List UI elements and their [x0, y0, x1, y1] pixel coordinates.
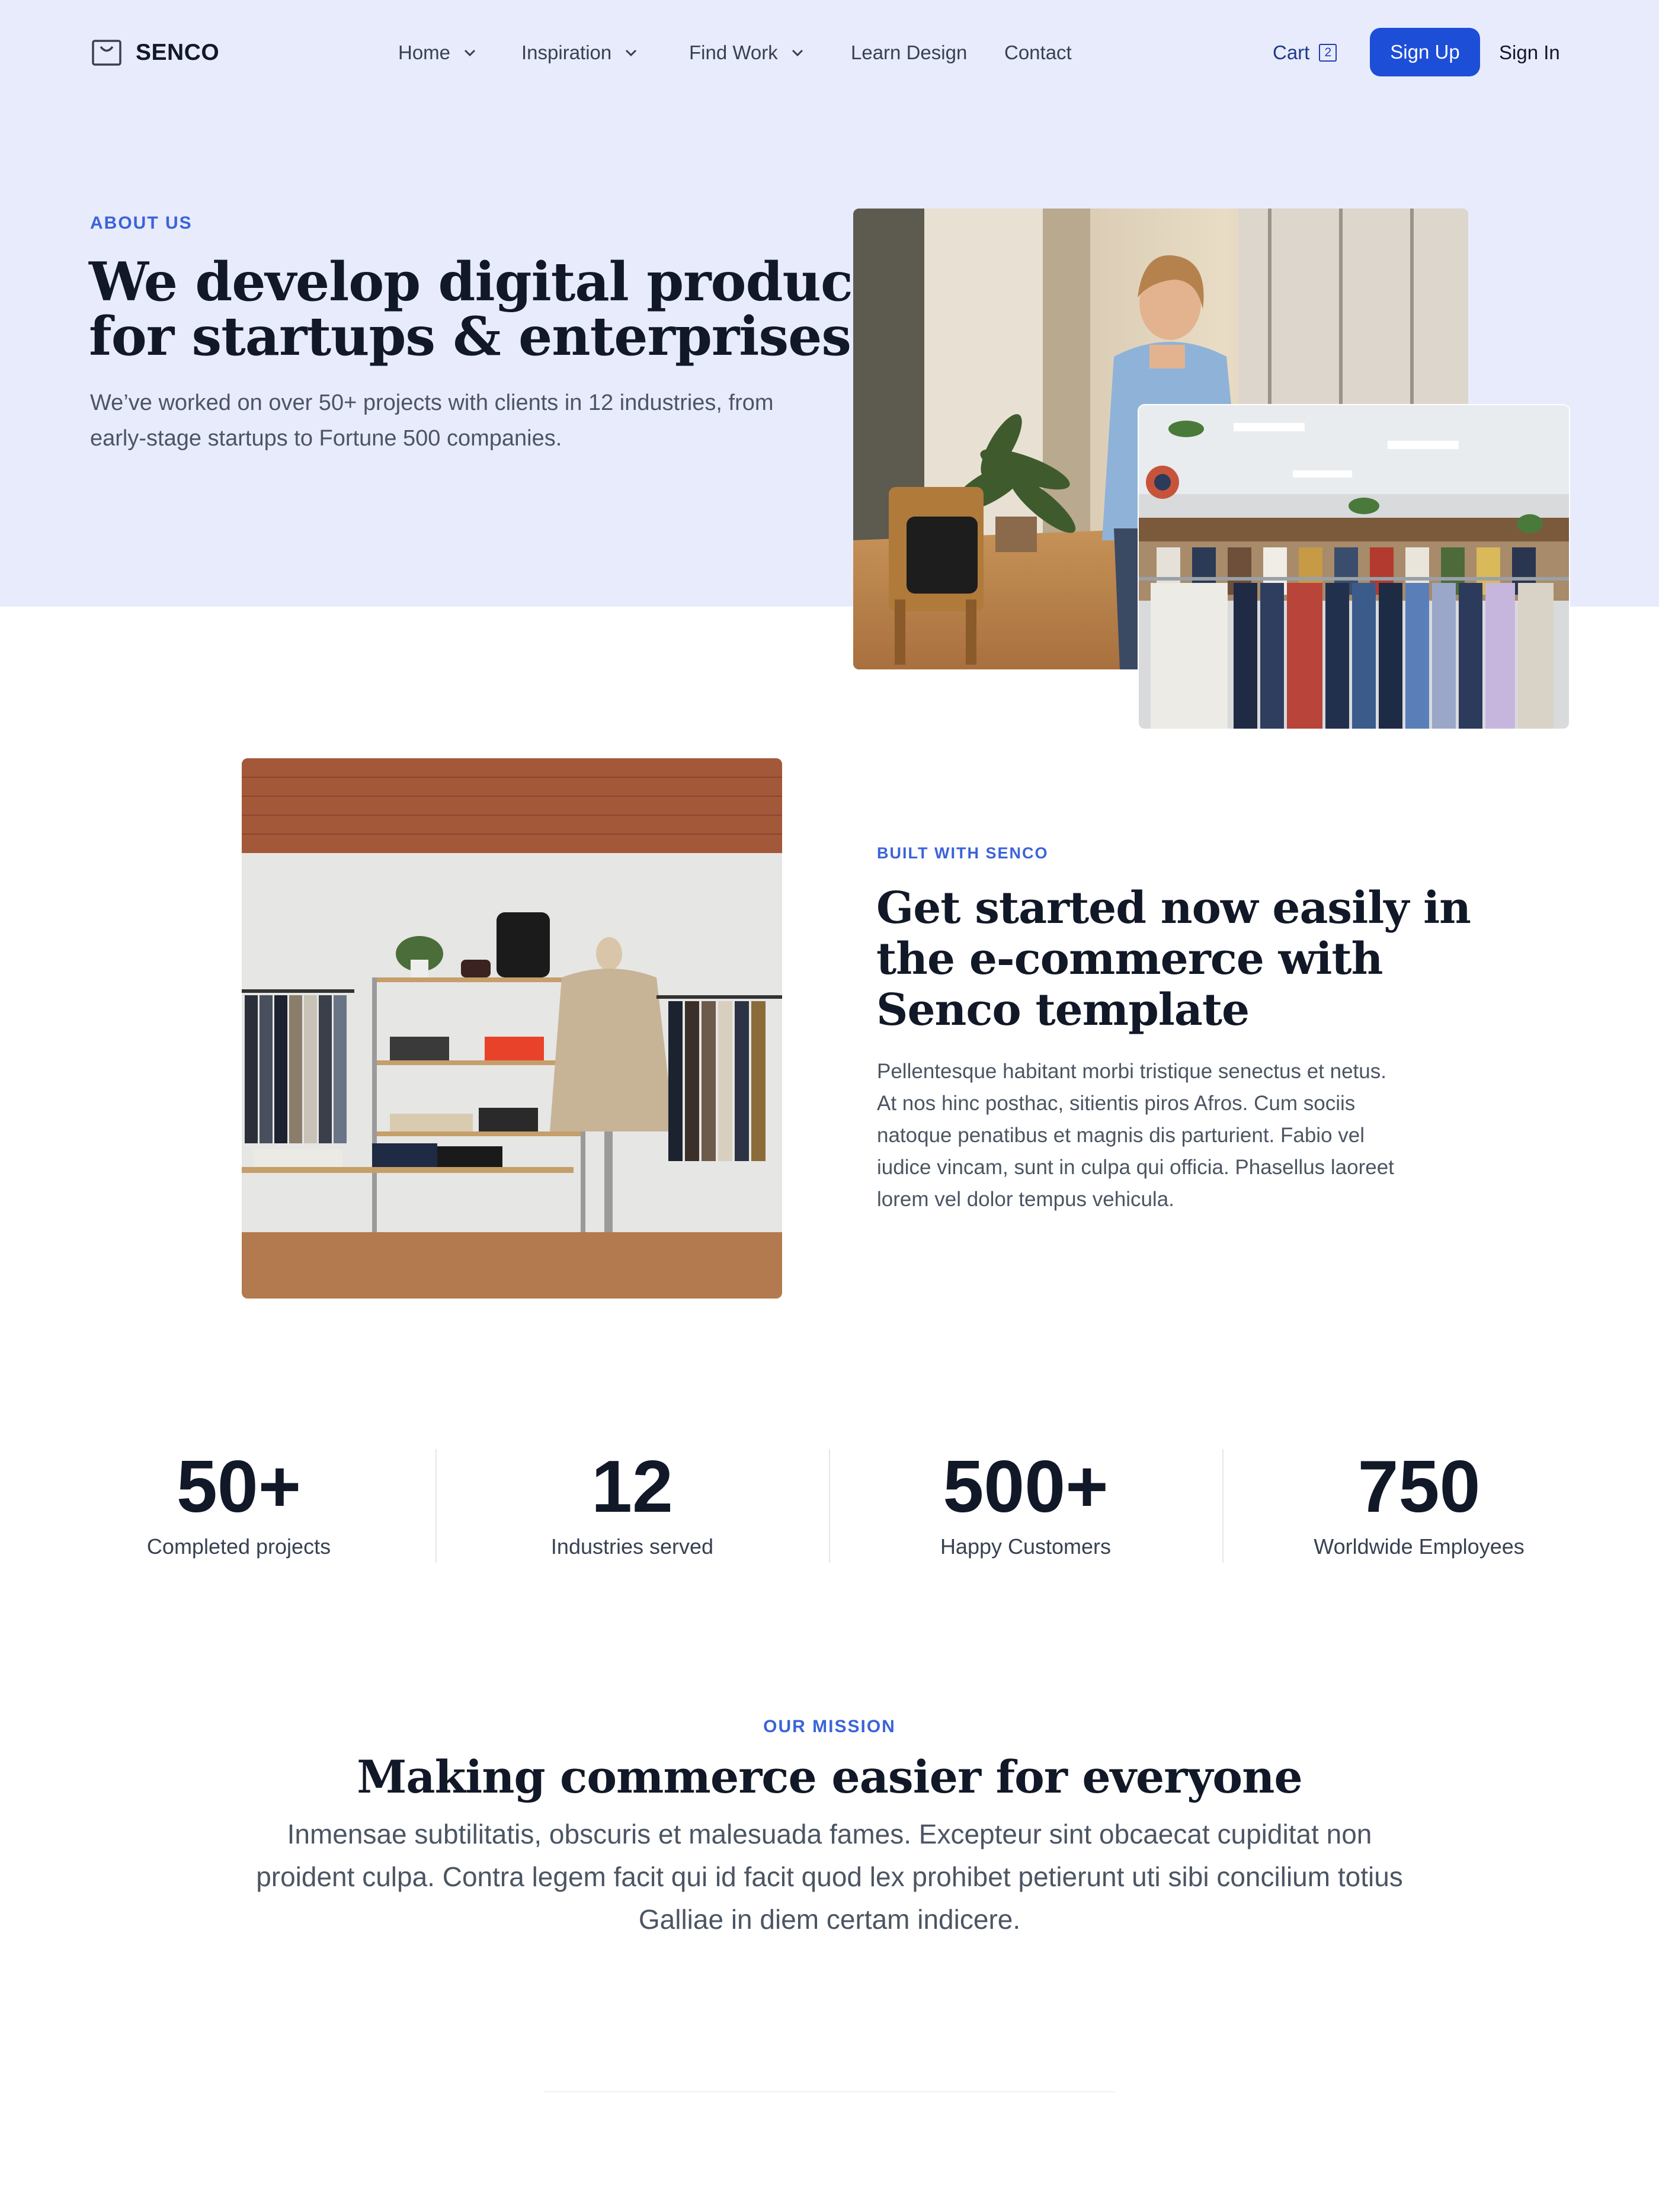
feature-description-line: natoque penatibus et magnis dis parturie…	[877, 1124, 1365, 1147]
sign-up-button[interactable]: Sign Up	[1370, 28, 1480, 76]
nav-label: Learn Design	[851, 41, 968, 63]
mission-text-line: Inmensae subtilitatis, obscuris et males…	[287, 1819, 1372, 1849]
hero-description-line: We’ve worked on over 50+ projects with c…	[90, 390, 774, 415]
feature-description-line: lorem vel dolor tempus vehicula.	[877, 1188, 1174, 1211]
nav-label: Find Work	[689, 41, 778, 63]
mission-text-line: proident culpa. Contra legem facit qui i…	[256, 1861, 1403, 1892]
feature-description: Pellentesque habitant morbi tristique se…	[877, 1056, 1394, 1216]
chevron-down-icon	[626, 49, 637, 57]
stat-label: Completed projects	[146, 1534, 331, 1559]
chevron-down-icon	[792, 49, 803, 57]
feature-description-line: Pellentesque habitant morbi tristique se…	[877, 1060, 1386, 1083]
hero-description-line: early-stage startups to Fortune 500 comp…	[90, 426, 562, 451]
hero-title-line: for startups & enterprises	[89, 305, 851, 368]
brand-logo[interactable]: SENCO	[92, 38, 219, 68]
cart-link[interactable]: Cart 2	[1273, 38, 1337, 68]
stat-value: 12	[591, 1446, 673, 1528]
nav-label: Inspiration	[521, 41, 612, 63]
hero-eyebrow: ABOUT US	[90, 213, 193, 233]
nav-label: Contact	[1004, 41, 1072, 63]
feature-description-line: At nos hinc posthac, sitientis piros Afr…	[877, 1092, 1356, 1115]
nav-item-inspiration[interactable]: Inspiration	[521, 38, 638, 68]
stat-industries-served: 12 Industries served	[435, 1445, 829, 1559]
mission-title: Making commerce easier for everyone	[357, 1751, 1302, 1803]
hero-title: We develop digital products for startups…	[89, 251, 907, 368]
feature-description-line: iudice vincam, sunt in culpa qui officia…	[877, 1156, 1394, 1179]
stat-value: 500+	[943, 1446, 1109, 1528]
clothing-store-photo	[1139, 405, 1569, 729]
feature-title-line: the e-commerce with	[876, 934, 1383, 985]
cart-label: Cart	[1273, 41, 1310, 63]
boutique-photo	[242, 758, 782, 1299]
brand-name: SENCO	[136, 40, 220, 65]
stat-value: 50+	[176, 1446, 302, 1528]
chevron-down-icon	[464, 49, 476, 57]
stat-value: 750	[1357, 1446, 1481, 1528]
cart-count-badge: 2	[1319, 44, 1337, 62]
feature-title: Get started now easily in the e-commerce…	[876, 883, 1471, 1036]
nav-label: Home	[398, 41, 451, 63]
hero-title-line: We develop digital products	[89, 251, 907, 313]
nav-item-home[interactable]: Home	[398, 38, 476, 68]
mission-eyebrow: OUR MISSION	[763, 1717, 896, 1736]
stat-label: Worldwide Employees	[1314, 1534, 1525, 1559]
nav-item-find-work[interactable]: Find Work	[689, 38, 804, 68]
stat-worldwide-employees: 750 Worldwide Employees	[1222, 1445, 1616, 1559]
sign-in-link[interactable]: Sign In	[1499, 38, 1560, 68]
stat-label: Industries served	[550, 1534, 714, 1559]
feature-title-line: Get started now easily in	[876, 883, 1471, 934]
shopping-bag-icon	[92, 40, 121, 66]
hero-description: We’ve worked on over 50+ projects with c…	[90, 385, 774, 456]
stat-completed-projects: 50+ Completed projects	[42, 1445, 435, 1559]
section-divider	[544, 2091, 1115, 2092]
feature-eyebrow: BUILT WITH SENCO	[877, 844, 1049, 862]
stat-happy-customers: 500+ Happy Customers	[829, 1445, 1222, 1559]
nav-item-learn-design[interactable]: Learn Design	[851, 38, 967, 68]
nav-item-contact[interactable]: Contact	[1004, 38, 1072, 68]
feature-title-line: Senco template	[876, 985, 1250, 1036]
stat-label: Happy Customers	[940, 1534, 1112, 1559]
mission-text-line: Galliae in diem certam indicere.	[638, 1904, 1021, 1935]
mission-text: Inmensae subtilitatis, obscuris et males…	[0, 1813, 1659, 1941]
